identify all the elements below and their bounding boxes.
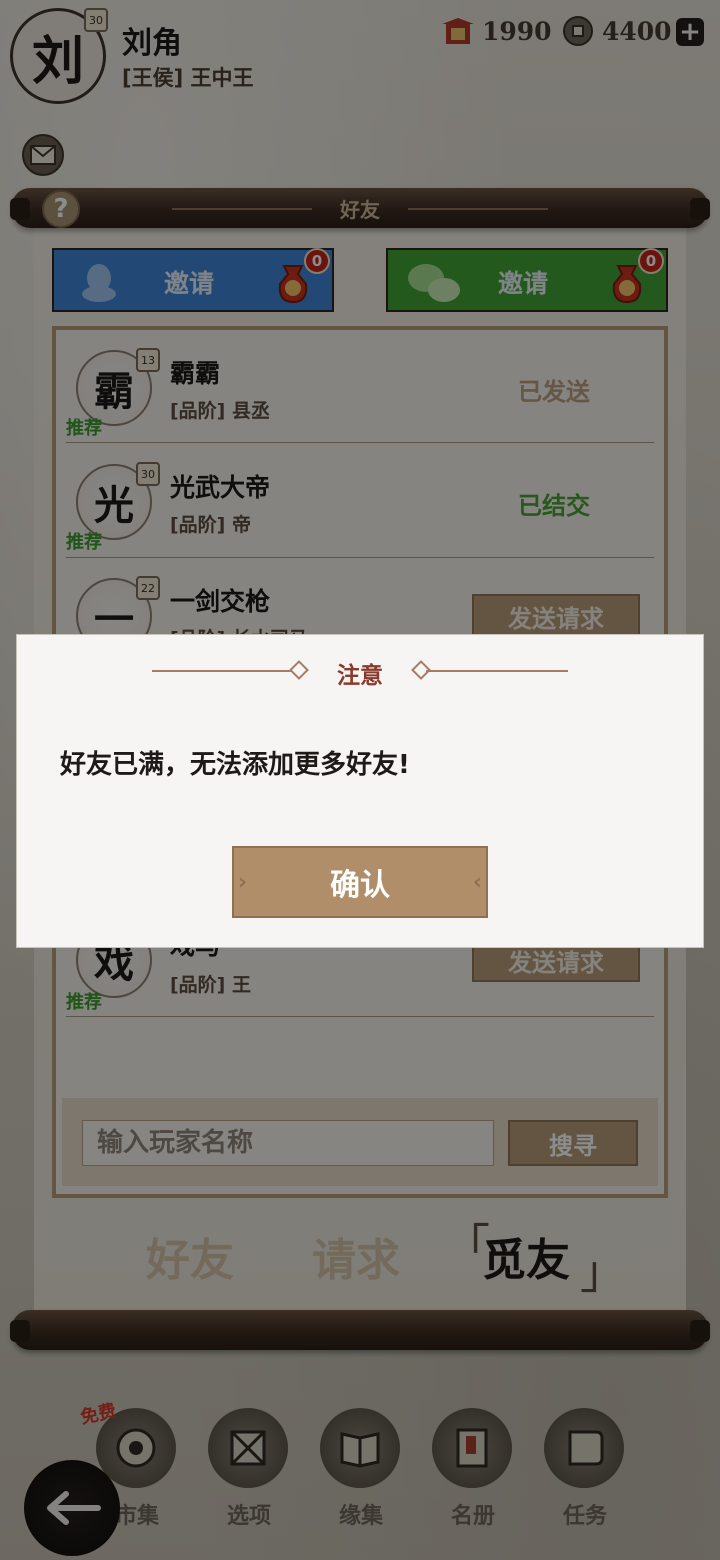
dialog-divider-right <box>426 670 568 672</box>
dialog-message: 好友已满，无法添加更多好友! <box>60 750 410 780</box>
chevron-left-icon: › <box>238 870 248 895</box>
confirm-label: 确认 <box>330 868 390 903</box>
dialog-title: 注意 <box>337 663 383 689</box>
dialog-divider-left <box>152 670 294 672</box>
chevron-right-icon: ‹ <box>472 870 482 895</box>
confirm-button[interactable]: › 确认 ‹ <box>232 846 488 918</box>
